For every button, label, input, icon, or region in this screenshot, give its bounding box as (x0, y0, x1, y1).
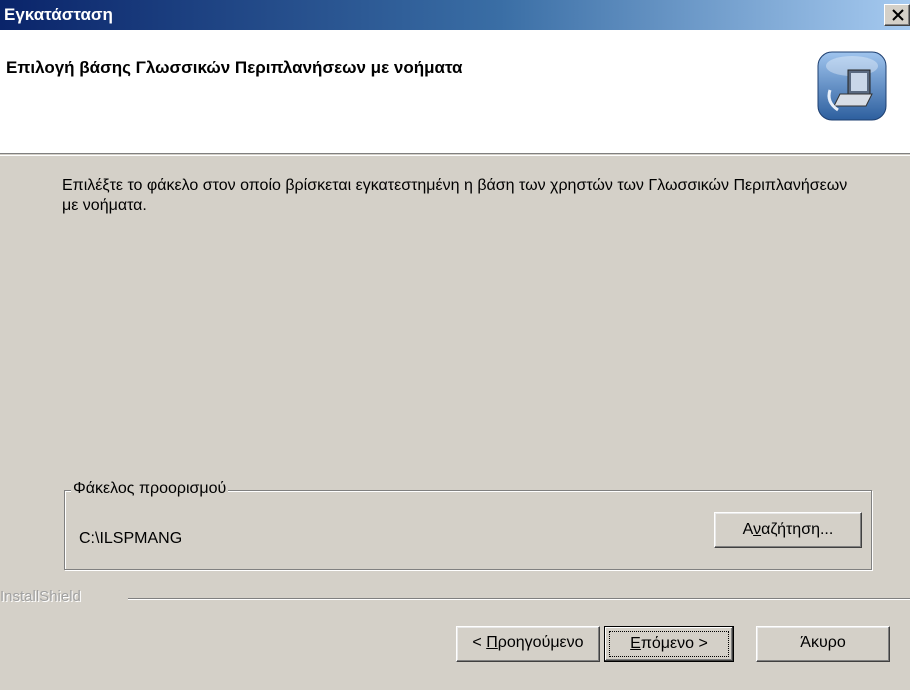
next-label-end: πόμενο > (640, 635, 708, 652)
back-label-start: < (472, 634, 487, 651)
cancel-button[interactable]: Άκυρο (756, 626, 890, 662)
next-button[interactable]: Επόμενο > (604, 626, 734, 662)
computer-setup-icon (817, 51, 887, 121)
browse-button[interactable]: Αναζήτηση... (714, 512, 862, 548)
instruction-text: Επιλέξτε το φάκελο στον οποίο βρίσκεται … (62, 177, 848, 214)
browse-label-hotkey: ν (753, 521, 762, 538)
group-label: Φάκελος προορισμού (71, 480, 229, 498)
brand-divider-highlight (128, 599, 910, 600)
page-title: Επιλογή βάσης Γλωσσικών Περιπλανήσεων με… (6, 58, 463, 77)
installshield-brand: InstallShield (0, 588, 81, 605)
destination-path: C:\ILSPMANG (79, 530, 183, 547)
header-divider (0, 155, 910, 156)
next-label-hotkey: Ε (630, 635, 641, 652)
back-label-hotkey: Π (486, 634, 498, 651)
title-bar[interactable]: Εγκατάσταση (0, 0, 910, 30)
close-button[interactable] (884, 4, 910, 26)
header-panel: Επιλογή βάσης Γλωσσικών Περιπλανήσεων με… (0, 30, 910, 154)
installer-window: Εγκατάσταση Επιλογή βάσης Γλωσσικών Περι… (0, 0, 910, 690)
focus-rect: Επόμενο > (609, 631, 729, 657)
browse-label-end: αζήτηση... (761, 521, 834, 538)
browse-label-start: Α (742, 521, 754, 538)
close-icon (892, 9, 904, 21)
back-label-end: ροηγούμενο (497, 634, 584, 651)
back-button[interactable]: < Προηγούμενο (456, 626, 600, 662)
window-title: Εγκατάσταση (4, 5, 113, 24)
